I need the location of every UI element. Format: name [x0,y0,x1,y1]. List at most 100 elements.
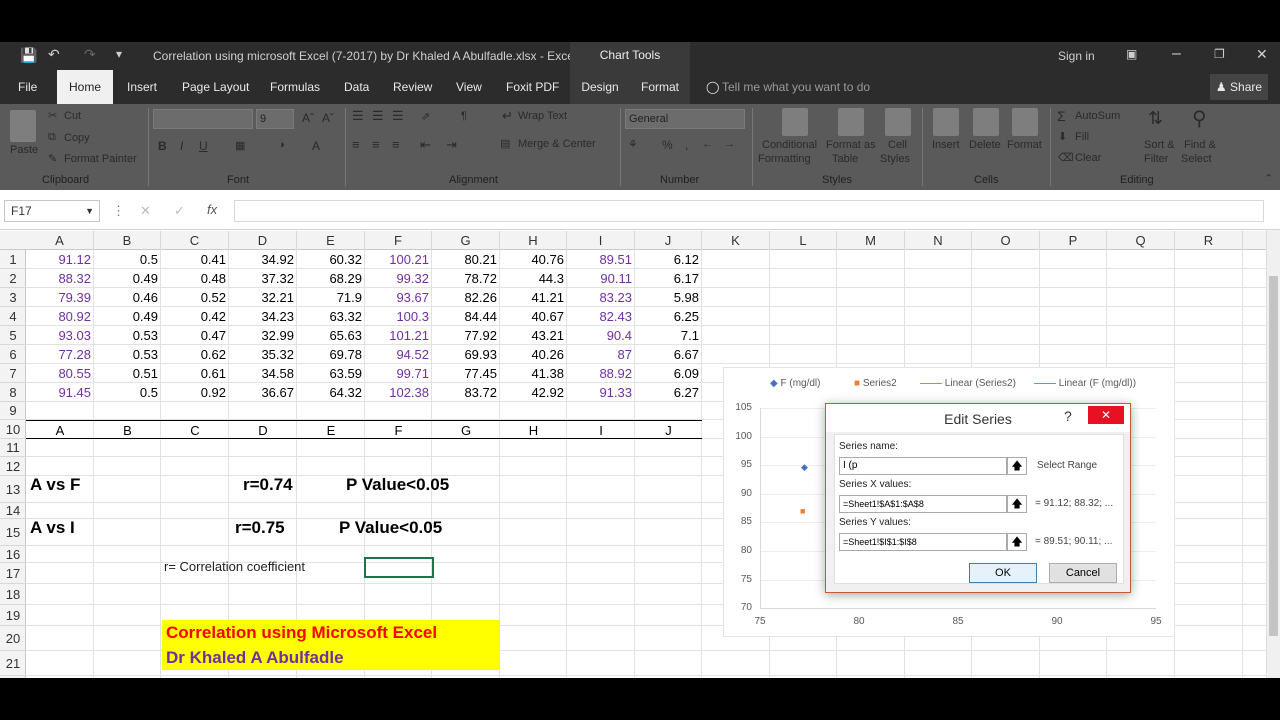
format-as-table-icon[interactable] [838,108,864,136]
more-icon[interactable]: ⋮ [112,203,125,219]
table-cell[interactable]: 0.48 [161,269,229,288]
table-cell[interactable]: 0.42 [161,307,229,326]
table-cell[interactable]: 0.46 [94,288,161,307]
vertical-scrollbar[interactable] [1266,230,1280,678]
table-cell[interactable]: 6.25 [635,307,702,326]
table-cell[interactable]: 7.1 [635,326,702,345]
column-header[interactable]: C [161,231,229,250]
table-cell[interactable]: 88.32 [26,269,94,288]
insert-cells-icon[interactable] [933,108,959,136]
number-format-select[interactable]: General [625,109,745,129]
format-painter-button[interactable]: Format Painter [64,153,137,165]
table-cell[interactable]: 6.17 [635,269,702,288]
table-cell[interactable]: 35.32 [229,345,297,364]
cancel-button[interactable]: Cancel [1049,563,1117,583]
table-cell[interactable]: 71.9 [297,288,365,307]
sort-filter-icon[interactable]: ⇅ [1148,108,1163,129]
cancel-entry-icon[interactable]: ✕ [140,203,151,219]
row-header[interactable]: 20 [0,626,26,651]
eraser-icon[interactable]: ⌫ [1058,151,1074,164]
align-left-icon[interactable]: ≡ [352,137,360,152]
column-header[interactable]: D [229,231,297,250]
bold-button[interactable]: B [158,139,167,153]
merge-icon[interactable]: ▤ [500,137,510,150]
table-cell[interactable]: 5.98 [635,288,702,307]
table-cell[interactable]: 42.92 [500,383,567,402]
row-header[interactable]: 17 [0,563,26,584]
tab-view[interactable]: View [456,70,482,104]
close-icon[interactable]: ✕ [1256,46,1268,63]
table-cell[interactable]: 0.53 [94,345,161,364]
sign-in-link[interactable]: Sign in [1058,49,1095,63]
column-header[interactable]: L [770,231,837,250]
wrap-text-icon[interactable]: ↵ [502,108,513,124]
redo-icon[interactable]: ↷ [84,46,96,63]
column-header[interactable]: Q [1107,231,1175,250]
collapse-range-button[interactable]: 🡅 [1007,533,1027,551]
series-name-input[interactable]: I (p [839,457,1007,475]
fill-icon[interactable]: ⬇ [1058,130,1067,143]
column-header[interactable]: O [972,231,1040,250]
table-cell[interactable]: 69.78 [297,345,365,364]
table-cell[interactable]: 6.09 [635,364,702,383]
row-header[interactable]: 13 [0,476,26,503]
table-cell[interactable]: 41.21 [500,288,567,307]
table-cell[interactable]: 40.76 [500,250,567,269]
row-header[interactable]: 12 [0,457,26,476]
table-cell[interactable]: 80.55 [26,364,94,383]
table-cell[interactable]: E [297,420,365,439]
delete-cells-button[interactable]: Delete [969,139,1001,151]
scrollbar-thumb[interactable] [1269,276,1278,636]
collapse-range-button[interactable]: 🡅 [1007,457,1027,475]
borders-icon[interactable]: ▦ [235,139,245,152]
undo-icon[interactable]: ↶ [48,46,60,63]
table-cell[interactable]: 0.92 [161,383,229,402]
paste-icon[interactable] [10,110,36,142]
table-cell[interactable]: F [365,420,432,439]
table-cell[interactable]: 34.23 [229,307,297,326]
table-cell[interactable]: 94.52 [365,345,432,364]
table-cell[interactable]: 34.58 [229,364,297,383]
increase-indent-icon[interactable]: ⇥ [446,137,457,153]
format-cells-icon[interactable] [1012,108,1038,136]
clear-button[interactable]: Clear [1075,152,1101,164]
column-header[interactable]: H [500,231,567,250]
ok-button[interactable]: OK [969,563,1037,583]
row-header[interactable]: 10 [0,420,26,439]
table-cell[interactable]: 63.59 [297,364,365,383]
copy-button[interactable]: Copy [64,132,90,144]
find-icon[interactable]: ⚲ [1192,106,1207,131]
align-right-icon[interactable]: ≡ [392,137,400,152]
align-bottom-icon[interactable]: ☰ [392,108,404,124]
table-cell[interactable]: 0.5 [94,383,161,402]
align-center-icon[interactable]: ≡ [372,137,380,152]
tab-insert[interactable]: Insert [127,70,157,104]
customize-qat-icon[interactable]: ▾ [116,47,122,61]
table-cell[interactable]: 0.41 [161,250,229,269]
table-cell[interactable]: 36.67 [229,383,297,402]
column-header[interactable]: E [297,231,365,250]
format-cells-button[interactable]: Format [1007,139,1042,151]
table-cell[interactable]: A [26,420,94,439]
tab-foxit-pdf[interactable]: Foxit PDF [506,70,559,104]
table-cell[interactable]: 82.43 [567,307,635,326]
table-cell[interactable]: 77.45 [432,364,500,383]
format-painter-icon[interactable]: ✎ [48,152,57,165]
shrink-font-icon[interactable]: Aˇ [322,111,334,125]
dropdown-icon[interactable]: ▼ [85,201,94,221]
table-cell[interactable]: 79.39 [26,288,94,307]
text-direction-icon[interactable]: ¶ [461,110,467,122]
table-cell[interactable]: 80.92 [26,307,94,326]
table-cell[interactable]: I [567,420,635,439]
decrease-indent-icon[interactable]: ⇤ [420,137,431,153]
row-header[interactable]: 16 [0,546,26,563]
table-cell[interactable]: 32.21 [229,288,297,307]
sort-filter-button[interactable]: Sort & [1144,139,1175,151]
table-cell[interactable]: 102.38 [365,383,432,402]
table-cell[interactable]: 40.26 [500,345,567,364]
table-cell[interactable]: 80.21 [432,250,500,269]
collapse-range-button[interactable]: 🡅 [1007,495,1027,513]
table-cell[interactable]: 37.32 [229,269,297,288]
cut-button[interactable]: Cut [64,110,81,122]
table-cell[interactable]: 101.21 [365,326,432,345]
